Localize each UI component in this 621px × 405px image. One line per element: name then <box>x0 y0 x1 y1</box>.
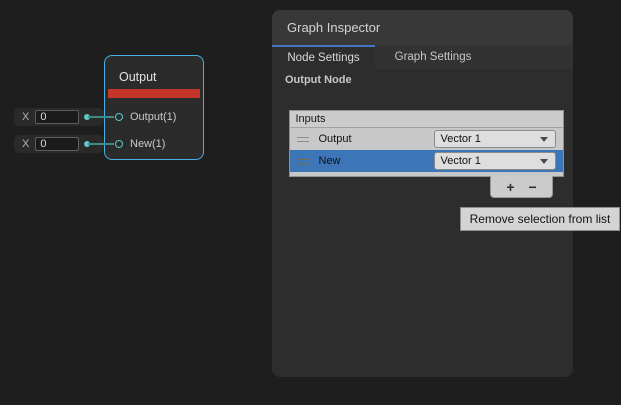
drag-handle-icon[interactable] <box>297 137 309 142</box>
tab-graph-settings[interactable]: Graph Settings <box>375 45 491 69</box>
port-label: Output(1) <box>130 111 176 123</box>
shader-graph-canvas[interactable]: Output Output(1) New(1) X 0 X 0 Graph In… <box>0 0 621 405</box>
port-label: New(1) <box>130 138 165 150</box>
node-color-bar <box>108 89 200 98</box>
inspector-tabbar: Node Settings Graph Settings <box>272 45 573 69</box>
tab-node-settings[interactable]: Node Settings <box>272 45 375 69</box>
port-row-new: New(1) <box>105 133 203 155</box>
remove-item-button[interactable]: − <box>529 180 537 194</box>
drag-handle-icon[interactable] <box>297 159 309 164</box>
port-row-output: Output(1) <box>105 106 203 128</box>
row-name: New <box>319 155 341 167</box>
inspector-title: Graph Inspector <box>287 20 380 35</box>
section-title: Output Node <box>285 74 352 86</box>
add-item-button[interactable]: + <box>506 180 514 194</box>
tooltip: Remove selection from list <box>460 207 620 231</box>
edge-line <box>88 116 114 118</box>
float-value-field[interactable]: 0 <box>35 137 79 151</box>
chevron-down-icon <box>540 137 548 142</box>
dropdown-value: Vector 1 <box>441 133 540 145</box>
dropdown-value: Vector 1 <box>441 155 540 167</box>
inputs-list-footer: + − <box>490 176 553 198</box>
inputs-list-header: Inputs <box>290 111 564 128</box>
list-item-output[interactable]: Output Vector 1 <box>290 128 564 150</box>
port-connector-icon[interactable] <box>115 140 123 148</box>
node-title: Output <box>119 70 157 84</box>
inputs-list: Inputs Output Vector 1 New Vector 1 <box>289 110 565 177</box>
axis-label: X <box>22 138 29 150</box>
inspector-header[interactable]: Graph Inspector <box>272 10 573 45</box>
type-dropdown[interactable]: Vector 1 <box>434 152 556 170</box>
node-output[interactable]: Output Output(1) New(1) <box>104 55 204 160</box>
type-dropdown[interactable]: Vector 1 <box>434 130 556 148</box>
axis-label: X <box>22 111 29 123</box>
list-item-new[interactable]: New Vector 1 <box>290 150 564 172</box>
chevron-down-icon <box>540 159 548 164</box>
float-value-field[interactable]: 0 <box>35 110 79 124</box>
row-name: Output <box>319 133 352 145</box>
graph-inspector-panel: Graph Inspector Node Settings Graph Sett… <box>272 10 573 377</box>
edge-line <box>88 143 114 145</box>
port-connector-icon[interactable] <box>115 113 123 121</box>
